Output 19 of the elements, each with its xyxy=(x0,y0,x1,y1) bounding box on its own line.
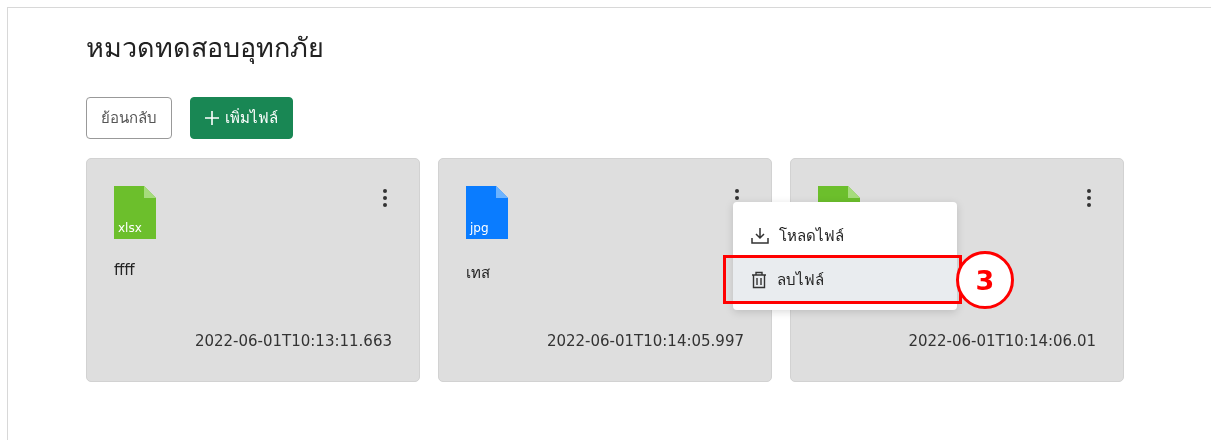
file-name: เทส xyxy=(466,263,490,283)
file-icon: jpg xyxy=(466,186,508,239)
add-file-button[interactable]: เพิ่มไฟล์ xyxy=(190,97,293,139)
file-date: 2022-06-01T10:14:06.01 xyxy=(908,332,1096,350)
plus-icon xyxy=(205,111,219,125)
download-icon xyxy=(751,227,769,245)
file-card[interactable]: jpg เทส 2022-06-01T10:14:05.997 xyxy=(438,158,772,382)
more-icon[interactable] xyxy=(735,189,739,201)
more-icon[interactable] xyxy=(383,189,387,207)
more-icon[interactable] xyxy=(1087,189,1091,207)
menu-item[interactable]: ลบไฟล์ xyxy=(733,258,957,302)
file-card[interactable]: xlsx ffff 2022-06-01T10:13:11.663 xyxy=(86,158,420,382)
file-date: 2022-06-01T10:13:11.663 xyxy=(194,332,392,350)
back-button[interactable]: ย้อนกลับ xyxy=(86,97,172,139)
file-date: 2022-06-01T10:14:05.997 xyxy=(546,332,744,350)
page-title: หมวดทดสอบอุทกภัย xyxy=(86,31,325,66)
file-name: ffff xyxy=(114,261,135,281)
file-icon: xlsx xyxy=(114,186,156,239)
trash-icon xyxy=(751,271,767,289)
